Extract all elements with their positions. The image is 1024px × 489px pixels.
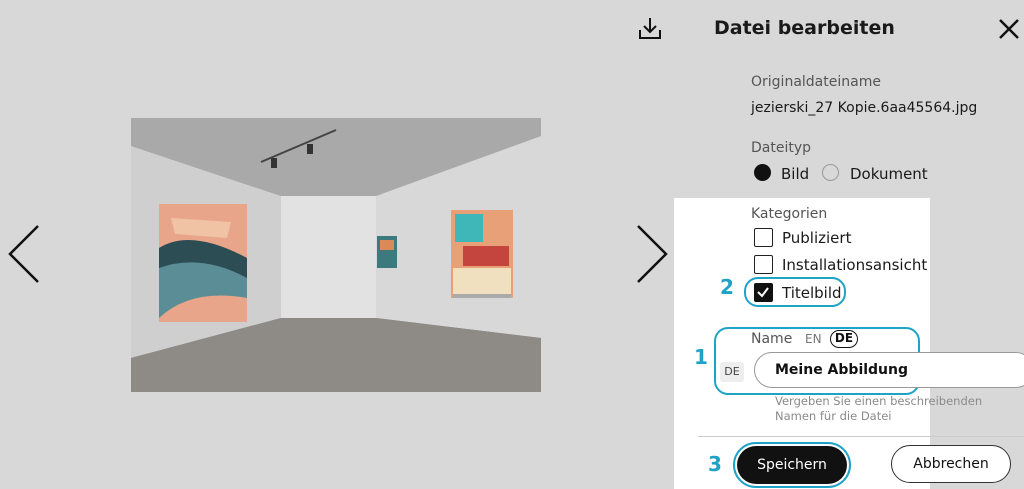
original-filename-value: jezierski_27 Kopie.6aa45564.jpg [751, 100, 978, 116]
footer-divider [698, 436, 1024, 437]
step-number-1: 1 [694, 345, 708, 369]
radio-bild-label: Bild [781, 165, 810, 183]
gallery-room-illustration [131, 118, 541, 392]
categories-label: Kategorien [751, 206, 828, 222]
download-button[interactable] [636, 14, 664, 42]
chevron-left-icon [8, 225, 39, 283]
checkbox-publiziert[interactable] [754, 228, 773, 247]
name-hint: Vergeben Sie einen beschreibenden Namen … [775, 394, 983, 423]
checkbox-titelbild[interactable] [754, 283, 773, 302]
panel-title: Datei bearbeiten [714, 17, 895, 39]
chevron-right-icon [637, 225, 668, 283]
filetype-label: Dateityp [751, 140, 812, 156]
original-filename-label: Originaldateiname [751, 74, 881, 90]
name-field-language-tag: DE [720, 362, 744, 382]
radio-bild[interactable] [754, 164, 771, 181]
next-image-button[interactable] [632, 222, 672, 286]
radio-dokument-label: Dokument [850, 165, 928, 183]
previous-image-button[interactable] [4, 222, 44, 286]
checkbox-installationsansicht-label: Installationsansicht [782, 256, 928, 274]
checkbox-publiziert-label: Publiziert [782, 229, 852, 247]
save-button[interactable]: Speichern [737, 446, 847, 484]
close-button[interactable] [994, 14, 1024, 44]
cancel-button[interactable]: Abbrechen [891, 445, 1011, 483]
gallery-image [131, 118, 541, 392]
name-input[interactable] [754, 352, 1024, 388]
step-number-3: 3 [708, 452, 722, 476]
close-icon [999, 19, 1019, 39]
radio-dokument[interactable] [822, 164, 839, 181]
lang-de-button[interactable]: DE [830, 330, 858, 348]
image-viewer [0, 0, 690, 489]
checkbox-titelbild-label: Titelbild [782, 284, 842, 302]
step-number-2: 2 [720, 275, 734, 299]
download-icon [639, 18, 661, 39]
lang-en-button[interactable]: EN [805, 332, 822, 346]
checkbox-installationsansicht[interactable] [754, 255, 773, 274]
checkmark-icon [757, 287, 769, 298]
name-label: Name [751, 331, 793, 347]
